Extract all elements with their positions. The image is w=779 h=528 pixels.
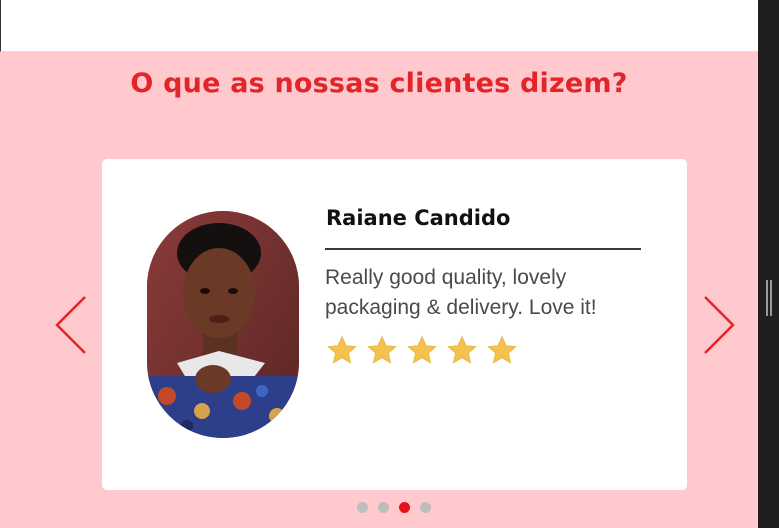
pagination-dot[interactable] [378, 502, 389, 513]
star-icon [327, 335, 357, 364]
section-title: O que as nossas clientes dizem? [130, 68, 628, 99]
scrollbar-grip[interactable] [766, 280, 772, 316]
chevron-left-icon [55, 296, 86, 354]
pagination-dot[interactable] [399, 502, 410, 513]
star-icon [367, 335, 397, 364]
woman-portrait-icon [147, 211, 299, 438]
next-slide-button[interactable] [698, 293, 738, 357]
star-icon [447, 335, 477, 364]
name-divider [325, 248, 641, 250]
scrollbar[interactable] [758, 0, 779, 528]
review-text: Really good quality, lovely packaging & … [325, 266, 597, 319]
chevron-right-icon [704, 296, 735, 354]
star-icon [407, 335, 437, 364]
reviewer-name: Raiane Candido [326, 206, 511, 230]
pagination-dot[interactable] [357, 502, 368, 513]
star-rating [326, 334, 518, 366]
header-strip [0, 0, 758, 52]
testimonials-page: O que as nossas clientes dizem? Raiane C… [0, 0, 758, 528]
star-icon [487, 335, 517, 364]
testimonial-card: Raiane Candido Really good quality, love… [102, 159, 687, 490]
carousel-pagination [357, 502, 431, 513]
customer-photo [147, 211, 299, 438]
previous-slide-button[interactable] [52, 293, 92, 357]
pagination-dot[interactable] [420, 502, 431, 513]
